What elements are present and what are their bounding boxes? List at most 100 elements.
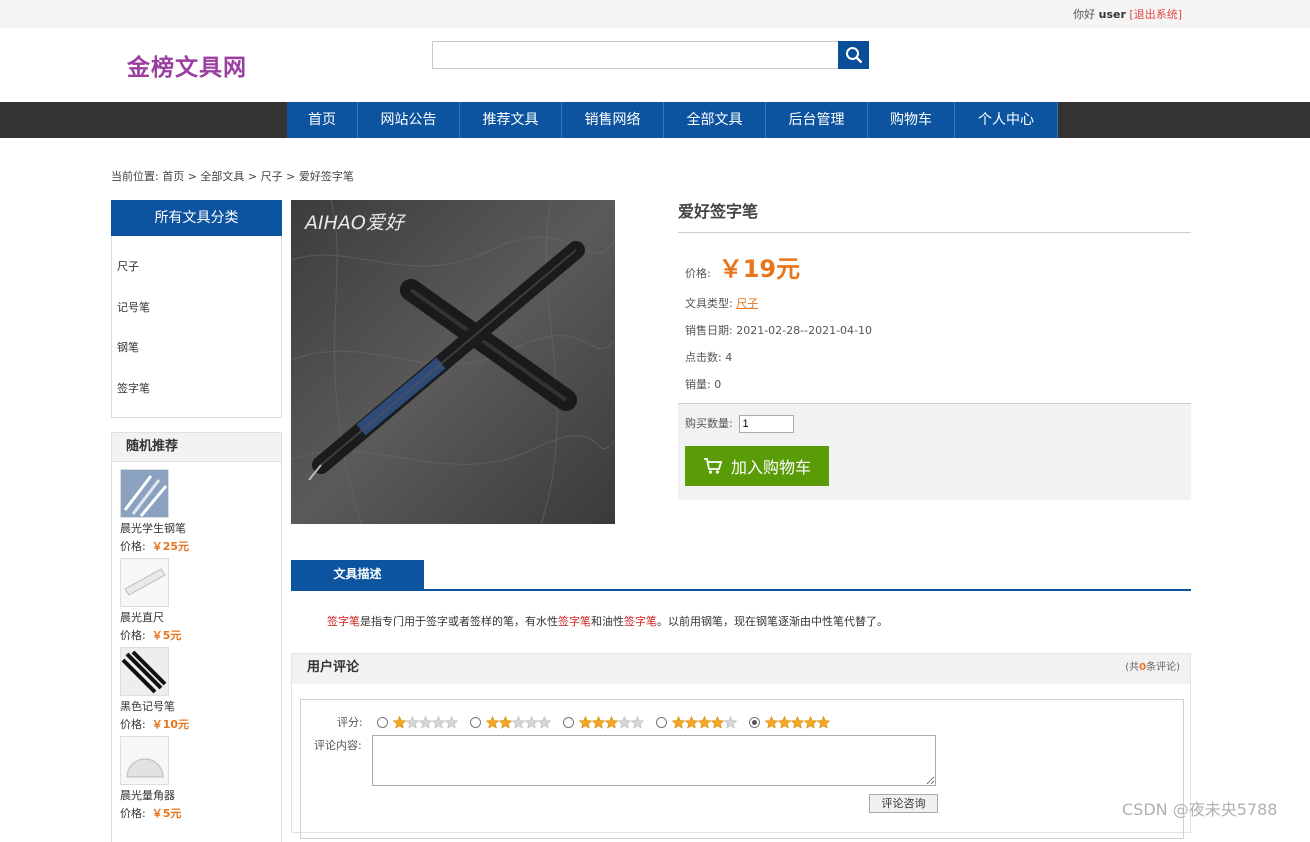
star-icon <box>485 715 499 729</box>
protractor-thumbnail[interactable] <box>120 736 169 785</box>
search-input[interactable] <box>432 41 839 69</box>
rating-radio-2[interactable] <box>469 716 481 728</box>
rating-stars-2[interactable] <box>485 715 551 729</box>
category-title: 所有文具分类 <box>111 200 282 236</box>
quantity-label: 购买数量: <box>685 417 733 430</box>
category-item[interactable]: 记号笔 <box>112 299 281 340</box>
rating-radio-5[interactable] <box>748 716 760 728</box>
category-item[interactable]: 签字笔 <box>112 380 281 421</box>
review-count-suffix: 条评论) <box>1146 662 1180 673</box>
recommend-item[interactable]: 晨光量角器 价格: ￥5元 <box>120 736 281 825</box>
nav-item[interactable]: 全部文具 <box>664 102 766 138</box>
rating-stars-5[interactable] <box>764 715 830 729</box>
nav-item[interactable]: 销售网络 <box>562 102 664 138</box>
price-value: ￥10元 <box>151 718 190 731</box>
nav-item[interactable]: 网站公告 <box>358 102 460 138</box>
star-icon <box>405 715 419 729</box>
recommend-name[interactable]: 黑色记号笔 <box>120 698 281 714</box>
rating-stars-4[interactable] <box>671 715 737 729</box>
search-bar <box>432 41 869 69</box>
logout-link[interactable]: [退出系统] <box>1129 8 1182 21</box>
recommend-name[interactable]: 晨光量角器 <box>120 787 281 803</box>
category-item[interactable]: 钢笔 <box>112 339 281 380</box>
rating-stars-3[interactable] <box>578 715 644 729</box>
star-icon <box>697 715 711 729</box>
star-icon <box>723 715 737 729</box>
star-icon <box>418 715 432 729</box>
submit-review-button[interactable]: 评论咨询 <box>869 794 938 813</box>
product-price: 价格: ￥19元 <box>678 249 1191 284</box>
description-keyword: 签字笔 <box>558 615 591 628</box>
recommend-price: 价格: ￥25元 <box>120 538 281 554</box>
tab-description[interactable]: 文具描述 <box>291 560 424 589</box>
description-keyword: 签字笔 <box>624 615 657 628</box>
description-text: 是指专门用于签字或者签样的笔，有水性 <box>360 615 558 628</box>
user-greeting: 你好 user [退出系统] <box>1073 6 1182 22</box>
rating-radio-3[interactable] <box>562 716 574 728</box>
watermark: CSDN @夜未央5788 <box>1122 800 1278 819</box>
star-icon <box>816 715 830 729</box>
star-icon <box>764 715 778 729</box>
rating-selector: 评分: <box>337 714 842 730</box>
product-info: 爱好签字笔 价格: ￥19元 文具类型: 尺子 销售日期: 2021-02-28-… <box>678 200 1191 500</box>
price-label: 价格: <box>120 540 146 553</box>
review-content-input[interactable] <box>372 735 936 786</box>
add-to-cart-label: 加入购物车 <box>730 458 811 477</box>
star-icon <box>591 715 605 729</box>
ruler-thumbnail[interactable] <box>120 558 169 607</box>
star-icon <box>684 715 698 729</box>
date-value: 2021-02-28--2021-04-10 <box>736 324 873 337</box>
price-label: 价格: <box>120 629 146 642</box>
price-value: ￥19元 <box>718 255 801 283</box>
product-image: AIHAO爱好 <box>291 200 615 524</box>
breadcrumb: 当前位置: 首页 > 全部文具 > 尺子 > 爱好签字笔 <box>111 170 354 183</box>
recommend-price: 价格: ￥5元 <box>120 805 281 821</box>
recommend-name[interactable]: 晨光学生钢笔 <box>120 520 281 536</box>
price-value: ￥5元 <box>151 807 182 820</box>
product-type: 文具类型: 尺子 <box>678 290 1191 317</box>
star-icon <box>604 715 618 729</box>
description-tabbar: 文具描述 <box>291 560 1191 591</box>
review-form: 评分: 评论内容: 评论咨询 <box>300 699 1184 839</box>
product-image-brand: AIHAO爱好 <box>303 212 407 234</box>
category-list: 尺子 记号笔 钢笔 签字笔 <box>111 236 282 418</box>
marker-thumbnail[interactable] <box>120 647 169 696</box>
nav-item[interactable]: 推荐文具 <box>460 102 562 138</box>
description-text: 。以前用钢笔，现在钢笔逐渐由中性笔代替了。 <box>657 615 888 628</box>
star-icon <box>777 715 791 729</box>
star-icon <box>630 715 644 729</box>
rating-label: 评分: <box>337 716 363 729</box>
main-nav: 首页 网站公告 推荐文具 销售网络 全部文具 后台管理 购物车 个人中心 <box>0 102 1310 138</box>
type-link[interactable]: 尺子 <box>736 297 758 310</box>
pen-thumbnail[interactable] <box>120 469 169 518</box>
site-logo[interactable]: 金榜文具网 <box>127 48 247 82</box>
top-bar: 你好 user [退出系统] <box>0 0 1310 28</box>
search-icon <box>845 47 862 64</box>
add-to-cart-button[interactable]: 加入购物车 <box>685 446 829 486</box>
clicks-value: 4 <box>725 351 733 364</box>
category-item[interactable]: 尺子 <box>112 258 281 299</box>
recommend-item[interactable]: 晨光直尺 价格: ￥5元 <box>120 558 281 647</box>
product-clicks: 点击数: 4 <box>678 344 1191 371</box>
nav-item[interactable]: 后台管理 <box>766 102 868 138</box>
rating-stars-1[interactable] <box>392 715 458 729</box>
description-text: 和油性 <box>591 615 624 628</box>
quantity-input[interactable] <box>738 415 794 433</box>
rating-radio-1[interactable] <box>376 716 388 728</box>
recommend-name[interactable]: 晨光直尺 <box>120 609 281 625</box>
nav-item[interactable]: 个人中心 <box>955 102 1058 138</box>
recommend-item[interactable]: 晨光学生钢笔 价格: ￥25元 <box>120 469 281 558</box>
price-label: 价格: <box>120 718 146 731</box>
search-button[interactable] <box>838 41 869 69</box>
recommend-item[interactable]: 黑色记号笔 价格: ￥10元 <box>120 647 281 736</box>
price-label: 价格: <box>685 267 711 280</box>
nav-item[interactable]: 购物车 <box>868 102 955 138</box>
greeting-text: 你好 <box>1073 8 1096 21</box>
price-label: 价格: <box>120 807 146 820</box>
price-value: ￥25元 <box>151 540 190 553</box>
rating-radio-4[interactable] <box>655 716 667 728</box>
star-icon <box>710 715 724 729</box>
sales-label: 销量: <box>685 378 711 391</box>
product-description: 签字笔是指专门用于签字或者签样的笔，有水性签字笔和油性签字笔。以前用钢笔，现在钢… <box>327 613 888 629</box>
nav-item[interactable]: 首页 <box>287 102 358 138</box>
